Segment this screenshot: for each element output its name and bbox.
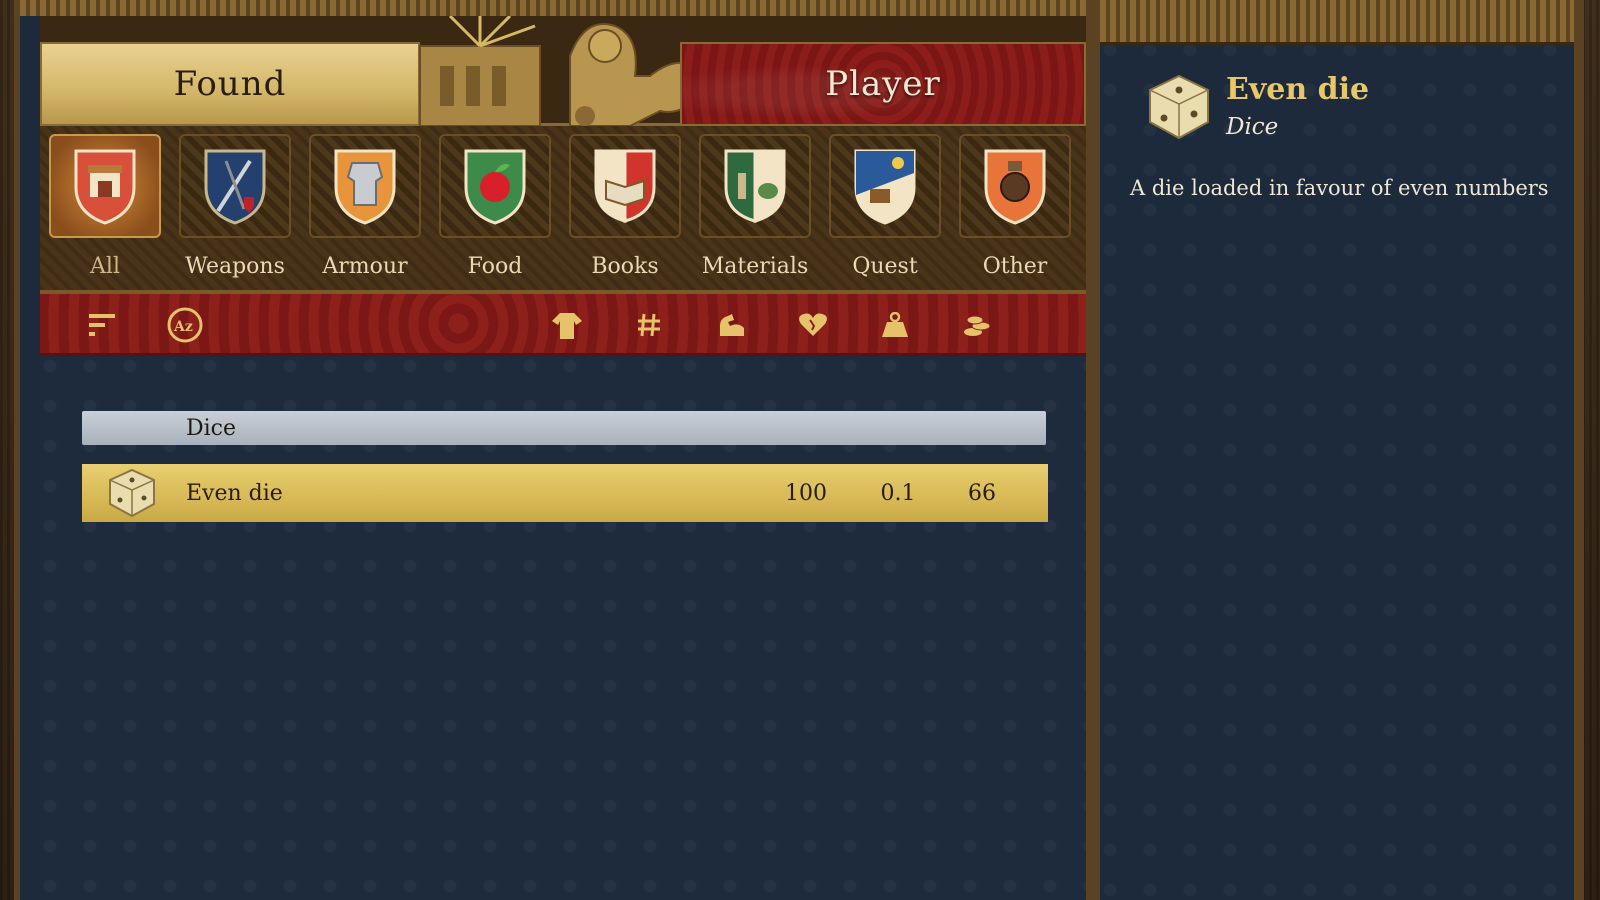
materials-shield-icon bbox=[724, 149, 786, 223]
svg-text:Az: Az bbox=[173, 319, 193, 335]
tab-found[interactable]: Found bbox=[40, 42, 420, 126]
weapons-shield-icon bbox=[204, 149, 266, 225]
shop-shield-icon bbox=[74, 149, 136, 225]
category-other[interactable]: Other bbox=[950, 126, 1080, 294]
category-tile bbox=[439, 134, 551, 238]
item-detail-panel: Even die Dice A die loaded in favour of … bbox=[1094, 0, 1584, 900]
category-label: Quest bbox=[852, 254, 918, 279]
inventory-panel: Found Player All Weapons Armour Food Boo… bbox=[14, 0, 1094, 900]
die-icon bbox=[109, 468, 155, 518]
category-label: Armour bbox=[322, 254, 408, 279]
other-shield-icon bbox=[984, 149, 1046, 225]
category-label: Materials bbox=[701, 254, 809, 279]
item-list: Dice Even die 100 0.1 66 bbox=[40, 356, 1086, 900]
food-shield-icon bbox=[464, 149, 526, 225]
sort-price-icon[interactable] bbox=[956, 304, 998, 346]
table-row[interactable]: Even die 100 0.1 66 bbox=[82, 464, 1048, 522]
category-books[interactable]: Books bbox=[560, 126, 690, 294]
category-materials[interactable]: Materials bbox=[690, 126, 820, 294]
detail-description: A die loaded in favour of even numbers bbox=[1130, 176, 1549, 200]
item-value-2: 0.1 bbox=[880, 480, 916, 506]
category-label: Food bbox=[467, 254, 523, 279]
tab-bar: Found Player bbox=[40, 16, 1086, 126]
quest-shield-icon bbox=[854, 149, 916, 225]
sort-alphabetical-icon[interactable]: Az bbox=[164, 304, 206, 346]
sort-clothing-icon[interactable] bbox=[546, 304, 588, 346]
item-value-3: 66 bbox=[968, 480, 996, 506]
category-food[interactable]: Food bbox=[430, 126, 560, 294]
item-value-1: 100 bbox=[785, 480, 827, 506]
category-armour[interactable]: Armour bbox=[300, 126, 430, 294]
armour-shield-icon bbox=[334, 149, 396, 225]
category-filter-row: All Weapons Armour Food Books Materials … bbox=[40, 126, 1086, 294]
category-tile bbox=[569, 134, 681, 238]
category-weapons[interactable]: Weapons bbox=[170, 126, 300, 294]
category-tile bbox=[959, 134, 1071, 238]
category-label: Other bbox=[982, 254, 1048, 279]
item-name: Even die bbox=[186, 480, 283, 506]
books-shield-icon bbox=[594, 149, 656, 223]
sort-condition-icon[interactable] bbox=[792, 304, 834, 346]
category-label: All bbox=[90, 254, 120, 279]
sort-weight-icon[interactable] bbox=[874, 304, 916, 346]
category-label: Weapons bbox=[185, 254, 285, 279]
tab-player[interactable]: Player bbox=[680, 42, 1086, 126]
sort-count-icon[interactable] bbox=[628, 304, 670, 346]
die-icon bbox=[1149, 74, 1209, 140]
sort-strength-icon[interactable] bbox=[710, 304, 752, 346]
group-header-dice: Dice bbox=[82, 411, 1046, 445]
category-tile bbox=[309, 134, 421, 238]
category-tile bbox=[49, 134, 161, 238]
group-label: Dice bbox=[186, 415, 237, 441]
sort-order-icon[interactable] bbox=[82, 304, 124, 346]
category-tile bbox=[699, 134, 811, 238]
detail-subtitle: Dice bbox=[1226, 114, 1279, 140]
category-label: Books bbox=[591, 254, 659, 279]
category-quest[interactable]: Quest bbox=[820, 126, 950, 294]
detail-title: Even die bbox=[1226, 72, 1370, 107]
category-tile bbox=[179, 134, 291, 238]
category-tile bbox=[829, 134, 941, 238]
sort-toolbar: Az bbox=[40, 294, 1086, 356]
tab-player-label: Player bbox=[825, 64, 941, 104]
category-all[interactable]: All bbox=[40, 126, 170, 294]
tab-found-label: Found bbox=[173, 64, 287, 104]
